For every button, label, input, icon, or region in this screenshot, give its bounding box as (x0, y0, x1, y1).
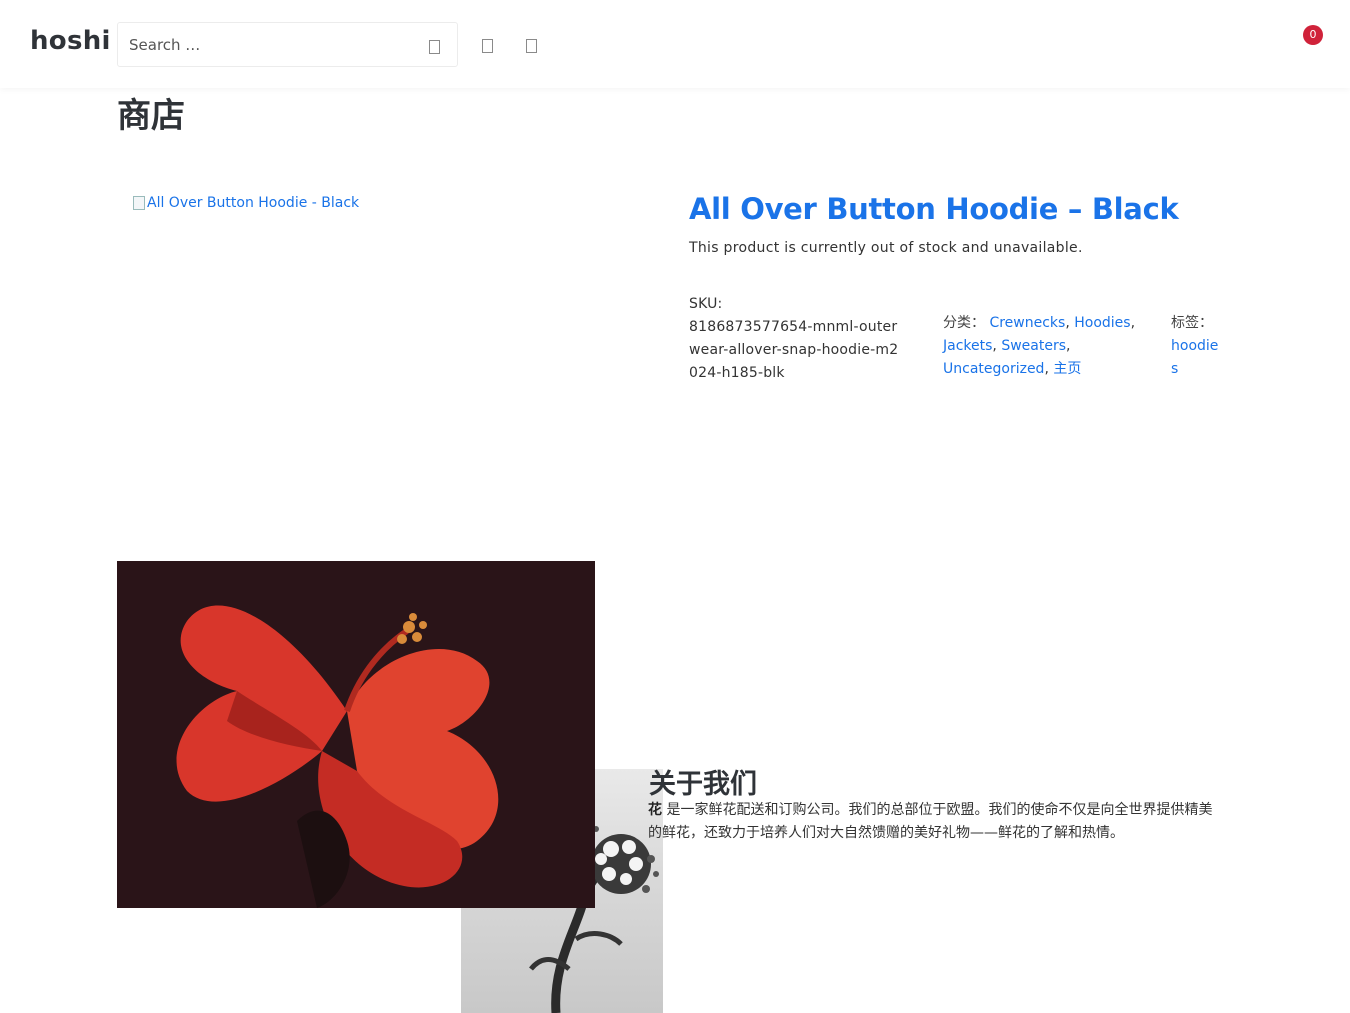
search-icon[interactable] (429, 40, 440, 54)
categories-label: 分类： (943, 315, 985, 331)
brand-logo[interactable]: hoshi (30, 26, 111, 56)
product-sku: SKU: 8186873577654-mnml-outerwear-allove… (689, 293, 899, 385)
stock-status: This product is currently out of stock a… (689, 240, 1083, 256)
sku-value: 8186873577654-mnml-outerwear-allover-sna… (689, 319, 899, 381)
product-image-alt: All Over Button Hoodie - Black (147, 195, 360, 211)
product-tags: 标签： hoodies (1171, 312, 1223, 381)
cart-count-badge: 0 (1303, 25, 1323, 45)
category-link-home[interactable]: 主页 (1053, 361, 1081, 377)
user-icon[interactable] (482, 39, 493, 53)
category-link-jackets[interactable]: Jackets (943, 338, 992, 354)
site-header: hoshi 0 (0, 0, 1350, 88)
tag-link-hoodies[interactable]: hoodies (1171, 338, 1218, 377)
about-brand-word: 花 (648, 802, 662, 818)
category-link-hoodies[interactable]: Hoodies (1074, 315, 1130, 331)
product-image-link[interactable]: All Over Button Hoodie - Black (133, 195, 359, 211)
broken-image-icon (133, 196, 145, 210)
page-title: 商店 (117, 96, 185, 136)
wishlist-icon[interactable] (526, 39, 537, 53)
category-link-sweaters[interactable]: Sweaters (1001, 338, 1066, 354)
about-image-hibiscus (117, 561, 595, 908)
category-link-uncategorized[interactable]: Uncategorized (943, 361, 1044, 377)
about-title: 关于我们 (649, 769, 757, 800)
about-description: 花 是一家鲜花配送和订购公司。我们的总部位于欧盟。我们的使命不仅是向全世界提供精… (648, 799, 1213, 845)
category-link-crewnecks[interactable]: Crewnecks (989, 315, 1065, 331)
tags-label: 标签： (1171, 315, 1213, 331)
about-text: 是一家鲜花配送和订购公司。我们的总部位于欧盟。我们的使命不仅是向全世界提供精美的… (648, 802, 1213, 841)
search-form (117, 22, 458, 67)
product-categories: 分类： Crewnecks, Hoodies, Jackets, Sweater… (943, 315, 1136, 377)
sku-label: SKU: (689, 296, 723, 312)
search-input[interactable] (118, 23, 418, 66)
product-title: All Over Button Hoodie – Black (689, 192, 1179, 226)
hibiscus-illustration (117, 561, 595, 908)
cart-button[interactable]: 0 (1292, 22, 1328, 58)
